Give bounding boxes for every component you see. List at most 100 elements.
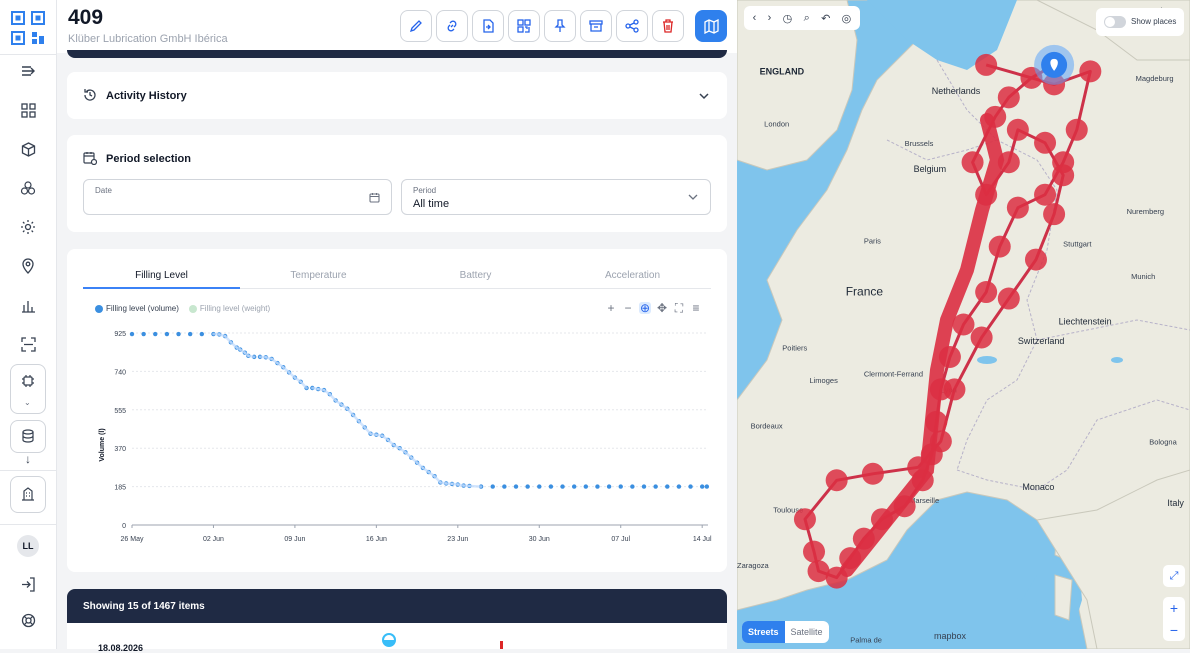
data-point: [584, 484, 588, 488]
mapbox-attribution: mapbox: [934, 631, 966, 641]
export-button[interactable]: [472, 10, 504, 42]
zoom-in-icon[interactable]: +: [1170, 600, 1178, 616]
toggle-switch[interactable]: [1104, 16, 1126, 28]
chevron-left-icon[interactable]: ‹: [753, 12, 757, 24]
route-map[interactable]: ENGLANDNetherlandsBelgiumLondonBrusselsP…: [737, 0, 1190, 649]
map-place-label: Italy: [1167, 498, 1184, 508]
zoom-out-icon[interactable]: −: [1170, 622, 1178, 638]
zoom-in-icon[interactable]: +: [605, 302, 617, 314]
scan-frame-icon[interactable]: [18, 334, 38, 354]
search-icon[interactable]: ⌕: [804, 12, 810, 25]
map-style-streets[interactable]: Streets: [742, 621, 785, 643]
date-field[interactable]: Date: [83, 179, 392, 215]
map-place-label: Switzerland: [1018, 336, 1065, 346]
chip-selector[interactable]: ⌄: [10, 364, 46, 414]
chevron-right-icon[interactable]: ›: [768, 12, 772, 24]
arrow-down-icon[interactable]: ↓: [18, 449, 38, 469]
route-cluster-point: [794, 508, 816, 530]
pan-icon[interactable]: ✥: [656, 302, 668, 314]
groups-icon[interactable]: [18, 178, 38, 198]
chip-icon: [21, 374, 35, 388]
y-tick-label: 185: [114, 485, 126, 492]
series-trace: [248, 356, 254, 357]
table-row[interactable]: 18.08.2026: [67, 623, 727, 649]
qr-logo-icon[interactable]: [11, 11, 45, 45]
data-point: [653, 484, 657, 488]
map-toggle-button[interactable]: [695, 10, 727, 42]
building-selector[interactable]: [10, 476, 46, 513]
legend-item-volume[interactable]: Filling level (volume): [95, 304, 179, 313]
zoom-out-icon[interactable]: −: [622, 302, 634, 314]
map-place-label: Limoges: [809, 376, 838, 385]
chart-menu-icon[interactable]: ≡: [690, 302, 702, 314]
map-place-label: Magdeburg: [1136, 74, 1174, 83]
share-button[interactable]: [616, 10, 648, 42]
x-tick-label: 26 May: [121, 536, 144, 543]
undo-icon[interactable]: ↶: [821, 12, 830, 25]
tab-filling-level[interactable]: Filling Level: [83, 265, 240, 289]
lake-garda: [1111, 357, 1123, 363]
target-icon[interactable]: ◎: [842, 12, 852, 25]
user-avatar[interactable]: LL: [17, 535, 39, 557]
dashboard-icon[interactable]: [18, 100, 38, 120]
data-point: [642, 484, 646, 488]
chart-legend: Filling level (volume) Filling level (we…: [95, 304, 270, 313]
expand-menu-icon[interactable]: [18, 61, 38, 81]
header-divider-bar: [67, 50, 727, 58]
delete-button[interactable]: [652, 10, 684, 42]
legend-swatch-weight: [189, 305, 197, 313]
edit-button[interactable]: [400, 10, 432, 42]
data-point: [200, 332, 204, 336]
link-button[interactable]: [436, 10, 468, 42]
filling-level-chart[interactable]: 018537055574092526 May02 Jun09 Jun16 Jun…: [83, 327, 717, 552]
history-clock-icon: [83, 88, 97, 102]
x-tick-label: 02 Jun: [203, 536, 224, 543]
legend-label-volume: Filling level (volume): [106, 304, 179, 313]
help-lifebuoy-icon[interactable]: [18, 610, 38, 630]
map-zoom-control: + −: [1163, 597, 1185, 641]
tab-acceleration[interactable]: Acceleration: [554, 265, 711, 289]
data-point: [572, 484, 576, 488]
archive-button[interactable]: [580, 10, 612, 42]
analytics-chart-icon[interactable]: [18, 295, 38, 315]
route-cluster-point: [1007, 197, 1029, 219]
logout-icon[interactable]: [18, 574, 38, 594]
reset-zoom-icon[interactable]: ⛶: [673, 302, 685, 314]
data-point: [705, 484, 709, 488]
chevron-down-icon[interactable]: [699, 92, 709, 100]
pin-button[interactable]: [544, 10, 576, 42]
period-select[interactable]: Period All time: [401, 179, 711, 215]
x-tick-label: 14 Jul: [693, 536, 712, 543]
selection-zoom-icon[interactable]: ⊕: [639, 302, 651, 314]
route-cluster-point: [1007, 119, 1029, 141]
tab-battery[interactable]: Battery: [397, 265, 554, 289]
route-cluster-point: [975, 281, 997, 303]
date-label: Date: [95, 186, 112, 195]
period-value: All time: [413, 198, 449, 210]
fit-bounds-icon[interactable]: ⤢: [1163, 565, 1185, 587]
settings-gear-icon[interactable]: [18, 217, 38, 237]
activity-history-card[interactable]: Activity History: [67, 72, 727, 119]
map-history-nav: ‹ › ◷ ⌕ ↶ ◎: [744, 6, 860, 30]
sensor-chart-card: Filling Level Temperature Battery Accele…: [67, 249, 727, 572]
map-place-label: ENGLAND: [760, 67, 805, 77]
tab-temperature[interactable]: Temperature: [240, 265, 397, 289]
legend-item-weight[interactable]: Filling level (weight): [189, 304, 270, 313]
route-cluster-point: [998, 86, 1020, 108]
calendar-icon[interactable]: [369, 192, 380, 203]
data-point: [549, 484, 553, 488]
data-point: [514, 484, 518, 488]
x-tick-label: 16 Jun: [366, 536, 387, 543]
clock-icon[interactable]: ◷: [783, 12, 793, 25]
map-style-satellite[interactable]: Satellite: [785, 621, 829, 643]
qr-code-button[interactable]: [508, 10, 540, 42]
data-point: [130, 332, 134, 336]
location-pin-icon[interactable]: [18, 256, 38, 276]
route-cluster-point: [1079, 60, 1101, 82]
device-box-icon[interactable]: [18, 139, 38, 159]
series-trace: [225, 336, 231, 342]
level-bar-icon: [500, 641, 503, 649]
map-place-label: Nuremberg: [1127, 207, 1165, 216]
map-place-label: Bologna: [1149, 438, 1177, 447]
show-places-toggle[interactable]: Show places: [1096, 8, 1184, 36]
